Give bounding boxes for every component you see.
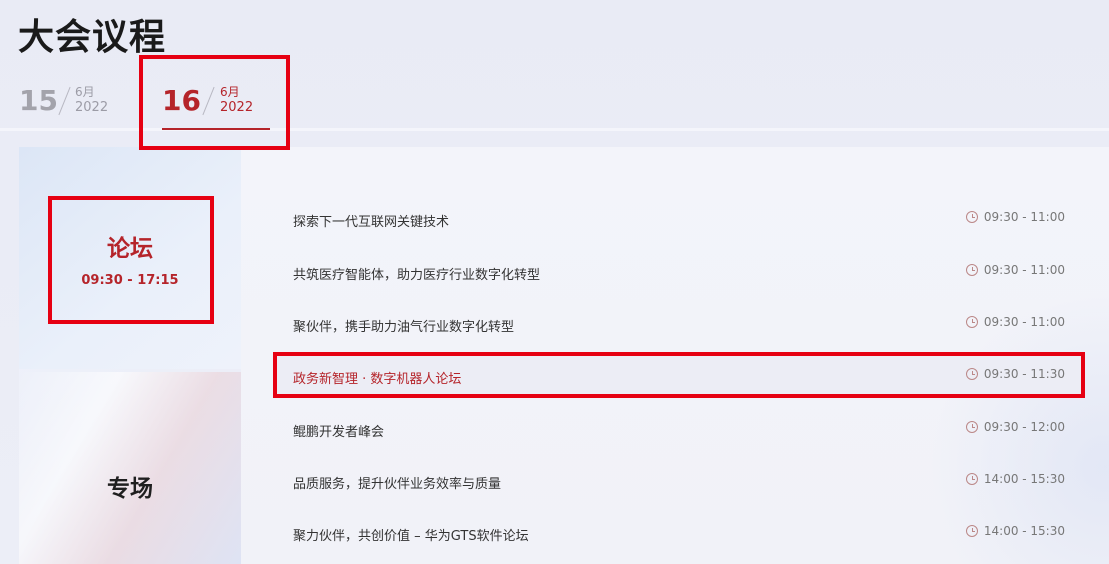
agenda-item[interactable]: 共筑医疗智能体，助力医疗行业数字化转型 09:30 - 11:00 — [273, 252, 1085, 292]
agenda-item[interactable]: 鲲鹏开发者峰会 09:30 - 12:00 — [273, 409, 1085, 449]
page-title: 大会议程 — [18, 17, 167, 58]
agenda-title: 政务新智理 · 数字机器人论坛 — [293, 372, 462, 387]
agenda-time: 14:00 - 15:30 — [965, 524, 1065, 538]
category-special[interactable]: 专场 — [19, 469, 241, 503]
clock-icon — [965, 264, 978, 276]
forum-time: 09:30 - 17:15 — [81, 273, 179, 288]
date-tab-15[interactable]: 15 6月 2022 — [19, 80, 129, 128]
date-tabs: 15 6月 2022 16 6月 2022 — [0, 60, 1109, 132]
agenda-time: 09:30 - 11:00 — [965, 263, 1065, 277]
agenda-time: 14:00 - 15:30 — [965, 472, 1065, 486]
date-month: 6月 — [75, 85, 95, 99]
category-forum[interactable]: 论坛 09:30 - 17:15 — [19, 147, 241, 369]
date-month: 6月 — [220, 85, 240, 99]
agenda-time: 09:30 - 11:00 — [965, 210, 1065, 224]
category-sidebar: 论坛 09:30 - 17:15 专场 — [19, 147, 241, 564]
agenda-title: 品质服务，提升伙伴业务效率与质量 — [293, 477, 502, 492]
date-tab-16[interactable]: 16 6月 2022 — [162, 80, 272, 130]
agenda-title: 聚伙伴，携手助力油气行业数字化转型 — [293, 320, 515, 335]
agenda-item[interactable]: 聚力伙伴，共创价值 – 华为GTS软件论坛 14:00 - 15:30 — [273, 513, 1085, 553]
clock-icon — [965, 368, 978, 380]
agenda-item-active[interactable]: 政务新智理 · 数字机器人论坛 09:30 - 11:30 — [273, 356, 1085, 396]
clock-icon — [965, 211, 978, 223]
agenda-time: 09:30 - 12:00 — [965, 420, 1065, 434]
agenda-title: 共筑医疗智能体，助力医疗行业数字化转型 — [293, 268, 541, 283]
agenda-time: 09:30 - 11:30 — [965, 367, 1065, 381]
agenda-title: 鲲鹏开发者峰会 — [293, 425, 385, 440]
date-year: 2022 — [220, 100, 254, 115]
date-year: 2022 — [75, 100, 109, 115]
clock-icon — [965, 316, 978, 328]
agenda-title: 探索下一代互联网关键技术 — [293, 215, 450, 230]
agenda-item[interactable]: 探索下一代互联网关键技术 09:30 - 11:00 — [273, 199, 1085, 239]
agenda-item[interactable]: 品质服务，提升伙伴业务效率与质量 14:00 - 15:30 — [273, 461, 1085, 501]
clock-icon — [965, 421, 978, 433]
active-tab-underline — [162, 128, 270, 130]
date-separator — [202, 86, 215, 116]
agenda-item[interactable]: 聚伙伴，携手助力油气行业数字化转型 09:30 - 11:00 — [273, 304, 1085, 344]
date-separator — [58, 86, 71, 116]
forum-name: 论坛 — [107, 236, 153, 262]
agenda-time: 09:30 - 11:00 — [965, 315, 1065, 329]
agenda-title: 聚力伙伴，共创价值 – 华为GTS软件论坛 — [293, 529, 529, 544]
agenda-list: 探索下一代互联网关键技术 09:30 - 11:00 共筑医疗智能体，助力医疗行… — [241, 147, 1109, 564]
date-day: 15 — [19, 84, 58, 117]
date-day: 16 — [162, 84, 201, 117]
sidebar-decoration — [19, 372, 241, 564]
clock-icon — [965, 473, 978, 485]
clock-icon — [965, 525, 978, 537]
